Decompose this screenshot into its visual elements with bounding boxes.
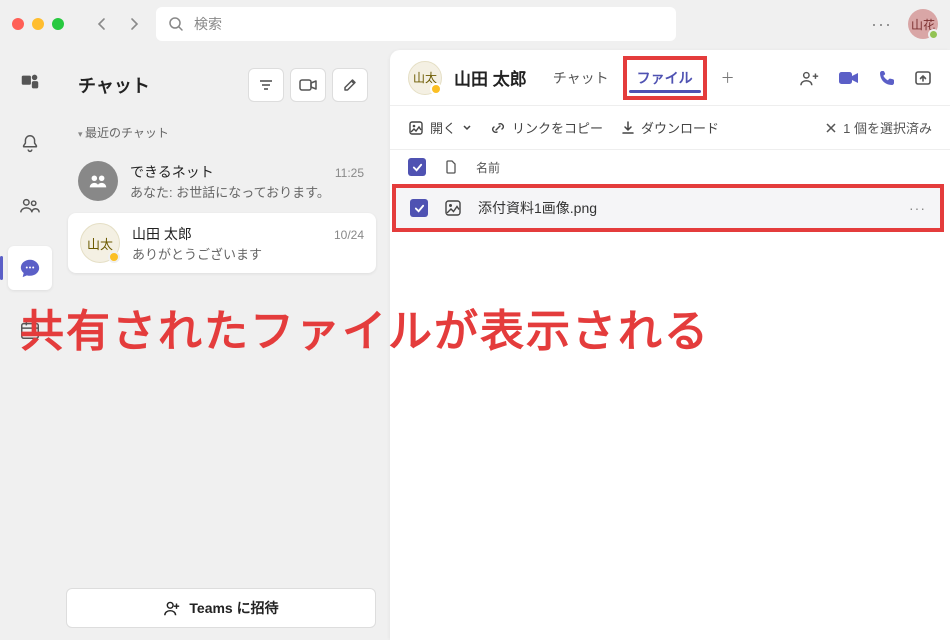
- close-window[interactable]: [12, 18, 24, 30]
- avatar: 山太: [80, 223, 120, 263]
- close-icon[interactable]: [825, 122, 837, 134]
- rail-chat[interactable]: [8, 246, 52, 290]
- person-add-icon: [163, 599, 181, 617]
- calendar-icon: [19, 319, 41, 341]
- chat-icon: [19, 257, 41, 279]
- download-button[interactable]: ダウンロード: [621, 118, 719, 137]
- window-controls: [12, 18, 64, 30]
- open-button[interactable]: 開く: [408, 118, 472, 137]
- invite-label: Teams に招待: [189, 598, 278, 618]
- minimize-window[interactable]: [32, 18, 44, 30]
- chevron-down-icon: [462, 123, 472, 133]
- chat-item-dekirunet[interactable]: できるネット 11:25 あなた: お世話になっております。: [66, 151, 376, 211]
- main-panel: 山太 山田 太郎 チャット ファイル ＋: [390, 50, 950, 640]
- chat-header-name: 山田 太郎: [454, 65, 527, 90]
- nav-arrows: [88, 10, 148, 38]
- add-people-button[interactable]: [800, 69, 820, 87]
- name-column-header[interactable]: 名前: [476, 159, 500, 176]
- avatar-text: 山太: [87, 234, 113, 253]
- copy-link-label: リンクをコピー: [512, 118, 603, 137]
- presence-away-icon: [430, 83, 442, 95]
- rail-notifications[interactable]: [8, 122, 52, 166]
- file-name: 添付資料1画像.png: [478, 198, 597, 218]
- chat-name: できるネット: [130, 162, 214, 182]
- maximize-window[interactable]: [52, 18, 64, 30]
- teams-icon: [19, 71, 41, 93]
- chat-time: 11:25: [335, 166, 364, 180]
- open-label: 開く: [430, 118, 456, 137]
- search-icon: [168, 16, 184, 32]
- audio-call-button[interactable]: [878, 69, 896, 87]
- more-menu[interactable]: ···: [871, 14, 892, 35]
- titlebar: 検索 ··· 山花: [0, 0, 950, 48]
- compose-icon: [342, 77, 358, 93]
- share-button[interactable]: [914, 69, 932, 87]
- chat-header: 山太 山田 太郎 チャット ファイル ＋: [390, 50, 950, 106]
- file-type-icon: [444, 160, 458, 174]
- share-screen-icon: [914, 69, 932, 87]
- chat-preview: あなた: お世話になっております。: [130, 182, 364, 201]
- filter-button[interactable]: [248, 68, 284, 102]
- section-recent[interactable]: 最近のチャット: [66, 120, 376, 151]
- search-input[interactable]: 検索: [156, 7, 676, 41]
- video-call-button[interactable]: [838, 70, 860, 86]
- row-checkbox[interactable]: [410, 199, 428, 217]
- annotation-highlight-row: 添付資料1画像.png ···: [392, 184, 944, 232]
- file-row[interactable]: 添付資料1画像.png ···: [396, 188, 940, 228]
- chat-name: 山田 太郎: [132, 224, 192, 244]
- download-icon: [621, 120, 635, 136]
- file-toolbar: 開く リンクをコピー ダウンロード 1 個を選択済み: [390, 106, 950, 150]
- file-table-header: 名前: [390, 150, 950, 184]
- video-icon: [838, 70, 860, 86]
- rail-teams[interactable]: [8, 184, 52, 228]
- user-avatar[interactable]: 山花: [908, 9, 938, 39]
- select-all-checkbox[interactable]: [408, 158, 426, 176]
- avatar-group-icon: [78, 161, 118, 201]
- video-icon: [299, 78, 317, 92]
- chat-time: 10/24: [334, 228, 364, 242]
- sidebar-title: チャット: [78, 72, 150, 98]
- chat-sidebar: チャット 最近のチャット: [60, 48, 390, 640]
- link-icon: [490, 120, 506, 136]
- file-more-menu[interactable]: ···: [909, 200, 926, 216]
- filter-icon: [258, 77, 274, 93]
- invite-button[interactable]: Teams に招待: [66, 588, 376, 628]
- tab-file[interactable]: ファイル: [633, 53, 697, 103]
- search-placeholder: 検索: [194, 14, 222, 34]
- presence-available-icon: [928, 29, 939, 40]
- meet-button[interactable]: [290, 68, 326, 102]
- bell-icon: [19, 133, 41, 155]
- annotation-highlight-tab: ファイル: [623, 56, 707, 100]
- nav-back[interactable]: [88, 10, 116, 38]
- header-avatar[interactable]: 山太: [408, 61, 442, 95]
- selection-status: 1 個を選択済み: [843, 118, 932, 137]
- rail-calendar[interactable]: [8, 308, 52, 352]
- phone-icon: [878, 69, 896, 87]
- download-label: ダウンロード: [641, 118, 719, 137]
- rail-activity[interactable]: [8, 60, 52, 104]
- people-icon: [19, 195, 41, 217]
- app-rail: [0, 48, 60, 640]
- chat-item-yamada[interactable]: 山太 山田 太郎 10/24 ありがとうございます: [68, 213, 376, 273]
- presence-away-icon: [108, 251, 120, 263]
- image-file-icon: [444, 199, 462, 217]
- people-add-icon: [800, 69, 820, 87]
- tab-chat[interactable]: チャット: [549, 51, 613, 105]
- tab-add[interactable]: ＋: [717, 68, 739, 88]
- chat-preview: ありがとうございます: [132, 244, 364, 263]
- image-icon: [408, 120, 424, 136]
- nav-forward[interactable]: [120, 10, 148, 38]
- compose-button[interactable]: [332, 68, 368, 102]
- copy-link-button[interactable]: リンクをコピー: [490, 118, 603, 137]
